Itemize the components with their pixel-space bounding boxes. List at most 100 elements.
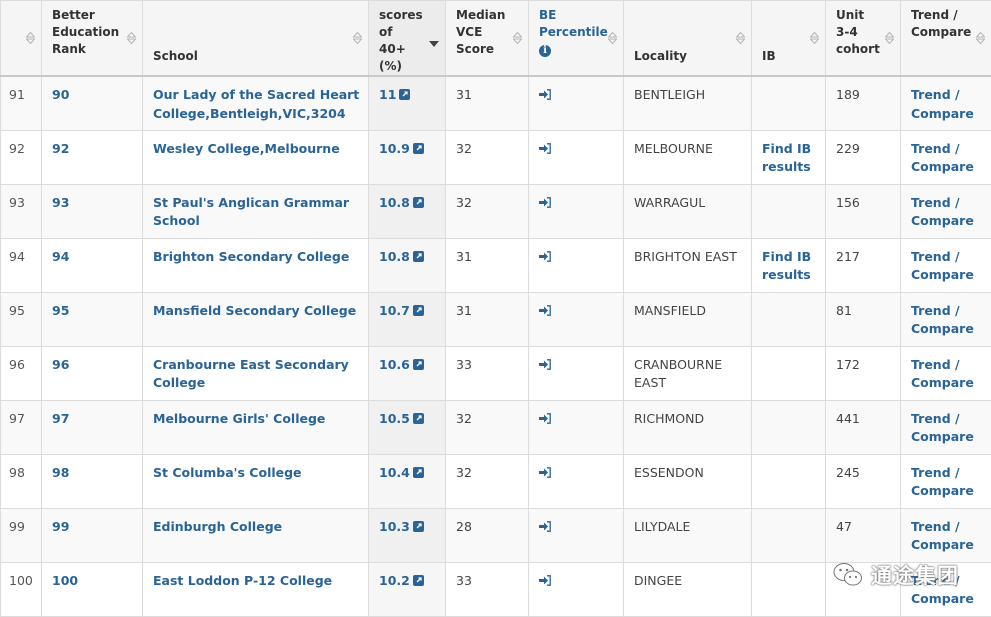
trend-cell: Trend / Compare	[901, 76, 991, 130]
sort-descending-icon[interactable]	[429, 35, 439, 41]
rank-cell: 99	[42, 508, 143, 562]
school-link[interactable]: East Loddon P-12 College	[153, 573, 332, 588]
median-value: 33	[456, 357, 472, 372]
trend-compare-link[interactable]: Trend / Compare	[911, 357, 974, 391]
sort-up-down-icon[interactable]	[885, 32, 894, 44]
col-ib[interactable]: IB	[752, 1, 826, 77]
school-link[interactable]: St Paul's Anglican Grammar School	[153, 195, 349, 229]
trend-compare-link[interactable]: Trend / Compare	[911, 195, 974, 229]
sign-in-arrow-icon[interactable]	[539, 465, 551, 476]
school-link[interactable]: Cranbourne East Secondary College	[153, 357, 349, 391]
trend-compare-link[interactable]: Trend / Compare	[911, 519, 974, 553]
external-link-icon[interactable]	[399, 89, 410, 100]
rank-link[interactable]: 92	[52, 141, 69, 156]
sign-in-arrow-icon[interactable]	[539, 87, 551, 98]
rank-link[interactable]: 95	[52, 303, 69, 318]
external-link-icon[interactable]	[413, 467, 424, 478]
school-link[interactable]: Mansfield Secondary College	[153, 303, 356, 318]
cohort-value: 47	[836, 519, 852, 534]
locality-cell: LILYDALE	[624, 508, 752, 562]
sort-up-down-icon[interactable]	[353, 32, 362, 44]
school-link[interactable]: Brighton Secondary College	[153, 249, 349, 264]
score40-value[interactable]: 10.4	[379, 465, 410, 480]
external-link-icon[interactable]	[413, 251, 424, 262]
col-be-rank[interactable]: Better Education Rank	[42, 1, 143, 77]
sign-in-arrow-icon[interactable]	[539, 573, 551, 584]
rank-cell: 98	[42, 454, 143, 508]
sort-up-down-icon[interactable]	[26, 32, 35, 44]
trend-compare-link[interactable]: Trend / Compare	[911, 411, 974, 445]
sort-up-down-icon[interactable]	[608, 32, 617, 44]
sign-in-arrow-icon[interactable]	[539, 357, 551, 368]
col-school[interactable]: School	[143, 1, 369, 77]
score40-value[interactable]: 10.8	[379, 249, 410, 264]
score40-value[interactable]: 10.8	[379, 195, 410, 210]
sign-in-arrow-icon[interactable]	[539, 141, 551, 152]
score40-value[interactable]: 10.2	[379, 573, 410, 588]
score40-value[interactable]: 10.5	[379, 411, 410, 426]
cohort-value: 217	[836, 249, 860, 264]
school-link[interactable]: Wesley College,Melbourne	[153, 141, 340, 156]
cohort-cell: 189	[826, 76, 901, 130]
col-locality[interactable]: Locality	[624, 1, 752, 77]
sort-up-down-icon[interactable]	[810, 32, 819, 44]
rank-link[interactable]: 96	[52, 357, 69, 372]
score40-value[interactable]: 11	[379, 87, 396, 102]
rank-link[interactable]: 93	[52, 195, 69, 210]
rank-link[interactable]: 94	[52, 249, 69, 264]
score40-value[interactable]: 10.6	[379, 357, 410, 372]
col-median-vce[interactable]: Median VCE Score	[446, 1, 529, 77]
school-cell: Edinburgh College	[143, 508, 369, 562]
sign-in-arrow-icon[interactable]	[539, 303, 551, 314]
trend-compare-link[interactable]: Trend / Compare	[911, 303, 974, 337]
school-link[interactable]: Our Lady of the Sacred Heart College,Ben…	[153, 87, 359, 121]
sort-up-down-icon[interactable]	[127, 32, 136, 44]
col-row-number[interactable]	[1, 1, 42, 77]
score40-cell: 10.8	[369, 238, 446, 292]
trend-compare-link[interactable]: Trend / Compare	[911, 465, 974, 499]
school-cell: St Columba's College	[143, 454, 369, 508]
sign-in-arrow-icon[interactable]	[539, 519, 551, 530]
external-link-icon[interactable]	[413, 143, 424, 154]
rank-link[interactable]: 100	[52, 573, 78, 588]
find-ib-results-link[interactable]: Find IB results	[762, 141, 811, 175]
school-link[interactable]: St Columba's College	[153, 465, 302, 480]
sort-up-down-icon[interactable]	[513, 32, 522, 44]
sort-up-down-icon[interactable]	[736, 32, 745, 44]
locality-value: BRIGHTON EAST	[634, 249, 737, 264]
rank-link[interactable]: 98	[52, 465, 69, 480]
trend-compare-link[interactable]: Trend / Compare	[911, 87, 974, 121]
find-ib-results-link[interactable]: Find IB results	[762, 249, 811, 283]
median-cell: 32	[446, 454, 529, 508]
col-trend[interactable]: Trend / Compare	[901, 1, 991, 77]
trend-compare-link[interactable]: Trend / Compare	[911, 141, 974, 175]
external-link-icon[interactable]	[413, 197, 424, 208]
col-scores-40-plus[interactable]: scores of 40+ (%)	[369, 1, 446, 77]
table-row: 93 93 St Paul's Anglican Grammar School …	[1, 184, 991, 238]
external-link-icon[interactable]	[413, 305, 424, 316]
score40-value[interactable]: 10.9	[379, 141, 410, 156]
header-school-label: School	[153, 48, 198, 65]
school-cell: Brighton Secondary College	[143, 238, 369, 292]
sign-in-arrow-icon[interactable]	[539, 411, 551, 422]
col-be-percentile[interactable]: BE Percentile i	[529, 1, 624, 77]
external-link-icon[interactable]	[413, 359, 424, 370]
rank-link[interactable]: 99	[52, 519, 69, 534]
score40-value[interactable]: 10.7	[379, 303, 410, 318]
rank-link[interactable]: 90	[52, 87, 69, 102]
external-link-icon[interactable]	[413, 521, 424, 532]
col-cohort[interactable]: Unit 3-4 cohort	[826, 1, 901, 77]
sign-in-arrow-icon[interactable]	[539, 195, 551, 206]
sign-in-arrow-icon[interactable]	[539, 249, 551, 260]
school-link[interactable]: Melbourne Girls' College	[153, 411, 325, 426]
school-cell: Melbourne Girls' College	[143, 400, 369, 454]
school-link[interactable]: Edinburgh College	[153, 519, 282, 534]
score40-value[interactable]: 10.3	[379, 519, 410, 534]
external-link-icon[interactable]	[413, 575, 424, 586]
trend-compare-link[interactable]: Trend / Compare	[911, 249, 974, 283]
rank-link[interactable]: 97	[52, 411, 69, 426]
info-icon[interactable]: i	[539, 45, 551, 57]
sort-up-down-icon[interactable]	[976, 32, 985, 44]
external-link-icon[interactable]	[413, 413, 424, 424]
trend-cell: Trend / Compare	[901, 508, 991, 562]
